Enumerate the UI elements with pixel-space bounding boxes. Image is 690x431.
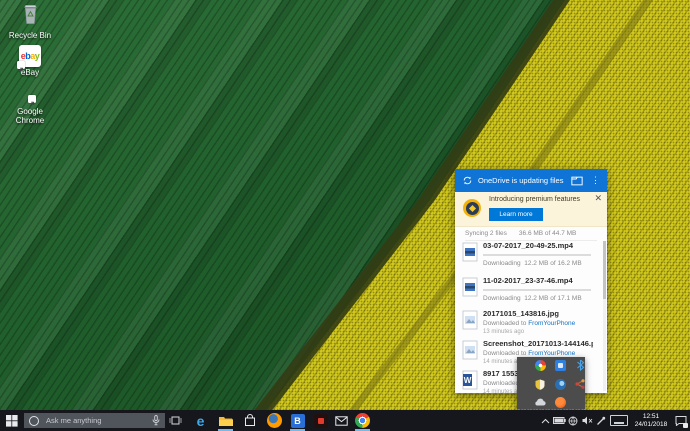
file-row[interactable]: 03-07-2017_20-49-25.mp4 Downloading 12.2…	[455, 241, 607, 275]
file-status: Downloading 12.2 MB of 17.1 MB	[483, 295, 597, 302]
b-app-glyph: B	[290, 413, 305, 428]
banner-close-icon[interactable]: ✕	[594, 193, 602, 203]
taskbar: e B	[0, 410, 690, 431]
sync-icon	[462, 175, 473, 186]
video-file-icon	[462, 242, 478, 267]
shortcut-arrow-icon	[17, 61, 25, 73]
shield-app-icon[interactable]	[534, 378, 546, 390]
pen-icon[interactable]	[594, 410, 608, 431]
onedrive-title: OneDrive is updating files...	[478, 176, 564, 185]
recycle-bin-icon	[19, 2, 42, 30]
file-name: 11-02-2017_23-37-46.mp4	[483, 276, 573, 285]
ebay-letter: y	[34, 51, 40, 61]
file-name: 03-07-2017_20-49-25.mp4	[483, 241, 574, 250]
cortana-icon	[29, 415, 39, 426]
microphone-icon[interactable]	[152, 415, 160, 426]
photos-pinwheel-icon[interactable]	[534, 359, 546, 371]
open-folder-icon[interactable]	[571, 176, 583, 186]
learn-more-button[interactable]: Learn more	[489, 208, 543, 221]
file-status-word: Downloading	[483, 295, 521, 302]
mail-icon[interactable]	[330, 410, 353, 431]
shortcut-arrow-icon	[28, 95, 36, 107]
file-row[interactable]: 20171015_143816.jpg Downloaded to FromYo…	[455, 309, 607, 339]
sync-status-line: Syncing 2 files 36.6 MB of 44.7 MB	[465, 226, 597, 241]
file-row[interactable]: 11-02-2017_23-37-46.mp4 Downloading 12.2…	[455, 276, 607, 309]
destination-link[interactable]: FromYourPhone	[528, 320, 575, 327]
sync-status-files: Syncing 2 files	[465, 229, 507, 237]
blue-app-icon[interactable]	[554, 359, 566, 371]
chrome-taskbar-icon[interactable]	[351, 410, 374, 431]
file-destination: Downloaded to FromYourPhone	[483, 350, 597, 357]
image-file-icon	[462, 340, 478, 365]
file-destination: Downloaded to FromYourPhone	[483, 320, 597, 327]
desktop-icon-google-chrome[interactable]: Google Chrome	[2, 88, 58, 130]
taskbar-clock[interactable]: 12:51 24/01/2018	[632, 413, 670, 429]
file-status-word: Downloaded to	[483, 350, 527, 357]
swirl-app-icon[interactable]	[554, 378, 566, 390]
firefox-icon[interactable]	[263, 410, 286, 431]
action-center-icon[interactable]	[672, 410, 690, 431]
premium-banner-text: Introducing premium features	[489, 196, 581, 203]
file-status-amount: 12.2 MB of 17.1 MB	[524, 295, 582, 302]
network-icon[interactable]	[566, 410, 580, 431]
desktop-icon-recycle-bin[interactable]: Recycle Bin	[2, 2, 58, 44]
share-app-icon[interactable]	[574, 378, 586, 390]
word-file-icon: W	[462, 370, 478, 395]
cortana-search-box[interactable]	[24, 413, 165, 428]
edge-glyph: e	[196, 412, 205, 429]
desktop-icon-label: Google Chrome	[15, 107, 45, 125]
touch-keyboard-icon[interactable]	[610, 415, 628, 426]
bluetooth-icon[interactable]	[574, 359, 586, 371]
video-file-icon	[462, 277, 478, 302]
b-app-icon[interactable]: B	[286, 410, 309, 431]
file-name: Screenshot_20171013-144146.png	[483, 339, 593, 348]
search-input[interactable]	[44, 415, 152, 426]
sync-status-totals: 36.6 MB of 44.7 MB	[518, 229, 577, 237]
screen: Recycle Bin ebay eBay Google Chrome OneD…	[0, 0, 690, 431]
store-icon[interactable]	[238, 410, 261, 431]
task-view-button[interactable]	[164, 410, 187, 431]
file-status: Downloading 12.2 MB of 16.2 MB	[483, 260, 597, 267]
start-button[interactable]	[0, 410, 24, 431]
destination-link[interactable]: FromYourPhone	[528, 350, 575, 357]
premium-banner: Introducing premium features Learn more …	[455, 192, 607, 227]
volume-muted-icon[interactable]	[580, 410, 594, 431]
notification-badge	[683, 423, 688, 428]
battery-icon[interactable]	[552, 410, 566, 431]
progress-bar	[483, 254, 591, 256]
premium-gem-icon	[463, 199, 481, 217]
progress-bar	[483, 289, 591, 291]
svg-text:W: W	[464, 376, 472, 385]
scrollbar[interactable]	[603, 241, 606, 391]
system-tray: 12:51 24/01/2018	[538, 410, 690, 431]
file-status-word: Downloaded to	[483, 320, 527, 327]
file-name: 20171015_143816.jpg	[483, 309, 559, 318]
tray-overflow-popup	[517, 357, 585, 409]
image-file-icon	[462, 310, 478, 335]
file-status-word: Downloading	[483, 260, 521, 267]
orange-app-icon[interactable]	[554, 396, 566, 408]
cloud-paused-icon[interactable]	[534, 396, 546, 408]
clock-date: 24/01/2018	[634, 420, 668, 428]
kebab-menu-icon[interactable]: ⋮	[591, 176, 600, 185]
clock-time: 12:51	[642, 412, 660, 420]
media-app-icon[interactable]	[309, 410, 332, 431]
chevron-up-icon[interactable]	[538, 410, 552, 431]
ebay-icon: ebay	[17, 45, 41, 73]
desktop-icon-ebay[interactable]: ebay eBay	[2, 45, 58, 87]
edge-icon[interactable]: e	[189, 410, 212, 431]
onedrive-flyout-header: OneDrive is updating files... ⋮	[455, 169, 607, 192]
file-explorer-icon[interactable]	[214, 410, 237, 431]
desktop-icon-label: Recycle Bin	[8, 31, 52, 40]
file-time-ago: 13 minutes ago	[483, 329, 525, 335]
desktop-icon-label: eBay	[20, 68, 40, 77]
file-status-amount: 12.2 MB of 16.2 MB	[524, 260, 582, 267]
scrollbar-thumb[interactable]	[603, 241, 606, 299]
